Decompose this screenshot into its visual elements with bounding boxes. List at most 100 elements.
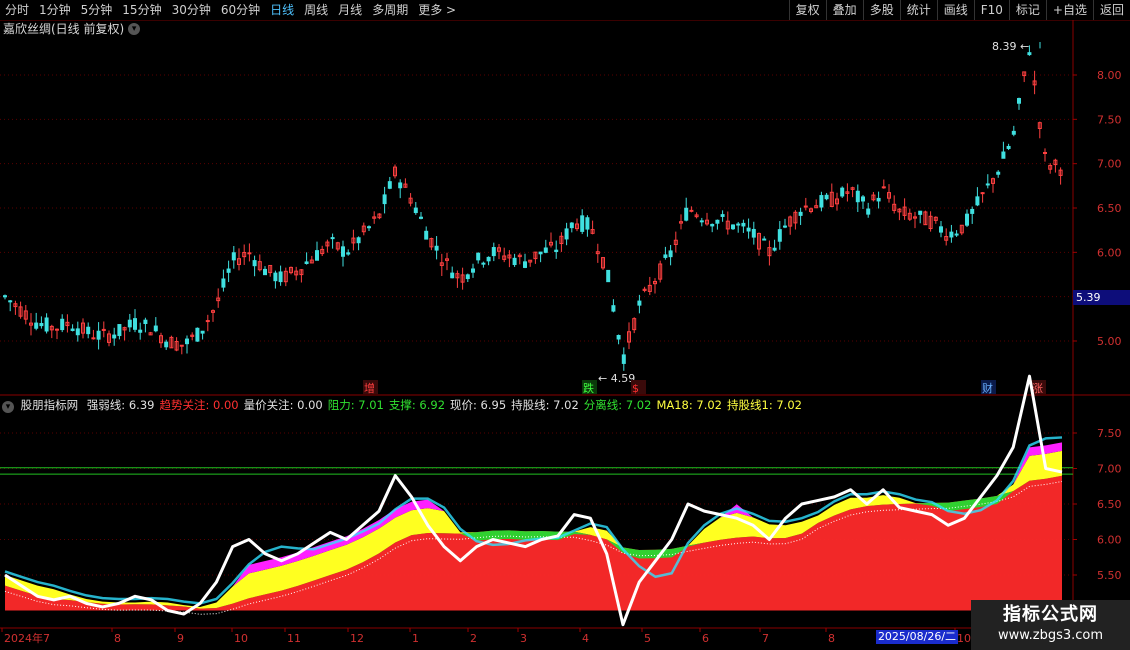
candle-body-17: [91, 337, 96, 340]
candle-body-189: [985, 183, 990, 186]
candle-body-42: [221, 278, 226, 288]
candle-body-63: [330, 237, 335, 240]
candle-body-149: [777, 229, 782, 242]
candle-body-60: [315, 250, 319, 261]
candle-body-31: [164, 341, 169, 348]
candle-body-68: [356, 237, 361, 244]
x-tick-label-4: 11: [287, 632, 301, 645]
y-tick-label-ind-0: 7.50: [1097, 427, 1122, 440]
x-tick-label-7: 2: [470, 632, 477, 645]
candle-body-8: [44, 317, 49, 332]
x-tick-label-5: 12: [350, 632, 364, 645]
candle-body-187: [975, 196, 980, 206]
candle-body-83: [434, 245, 439, 251]
candle-body-143: [746, 227, 751, 232]
candle-body-11: [60, 318, 65, 331]
y-tick-label-main-2: 7.00: [1097, 158, 1122, 171]
candle-body-26: [138, 329, 143, 333]
x-tick-label-13: 8: [828, 632, 835, 645]
candle-body-153: [798, 211, 803, 216]
y-tick-label-main-3: 6.50: [1097, 202, 1122, 215]
candle-body-76: [398, 182, 403, 189]
watermark-url: www.zbgs3.com: [997, 628, 1104, 643]
cursor-date-badge: 2025/08/26/二: [876, 630, 958, 644]
x-tick-label-3: 10: [234, 632, 248, 645]
candle-body-116: [606, 269, 611, 283]
y-tick-label-main-4: 6.00: [1097, 246, 1122, 259]
candle-body-43: [226, 268, 231, 273]
candle-body-186: [970, 208, 975, 214]
candle-body-118: [616, 334, 621, 340]
marker-2: $: [632, 382, 639, 395]
candle-body-94: [491, 247, 496, 257]
candle-body-157: [819, 195, 824, 208]
candle-body-144: [751, 228, 756, 238]
candle-body-168: [876, 197, 881, 202]
candle-body-13: [70, 328, 75, 331]
candle-body-200: [1043, 151, 1047, 154]
candle-body-117: [611, 305, 616, 312]
x-tick-label-0: 2024年7: [4, 631, 50, 645]
watermark-title: 指标公式网: [1003, 604, 1098, 625]
chart-canvas[interactable]: 8.00 7.50 7.00 6.50 6.00 5.50 5.00 7.50 7.00 6.50…: [0, 0, 1130, 650]
marker-1: 跌: [583, 381, 594, 395]
candle-body-90: [471, 268, 475, 273]
candle-body-98: [512, 257, 517, 266]
candle-body-86: [450, 272, 455, 279]
candle-body-127: [663, 254, 668, 258]
candle-body-141: [736, 223, 741, 226]
x-tick-label-9: 4: [582, 632, 589, 645]
candle-body-183: [954, 233, 959, 236]
candle-body-137: [715, 219, 720, 224]
candle-body-182: [949, 231, 954, 238]
candle-body-16: [86, 326, 91, 335]
candle-body-50: [263, 268, 267, 276]
y-tick-label-ind-3: 6.00: [1097, 534, 1122, 547]
candle-body-158: [824, 194, 829, 200]
x-tick-label-14: 10: [957, 632, 971, 645]
candle-body-25: [133, 318, 137, 330]
x-tick-label-8: 3: [520, 632, 527, 645]
candle-body-148: [772, 247, 777, 251]
candle-body-44: [231, 252, 236, 261]
candle-body-180: [939, 226, 943, 233]
candle-body-188: [980, 192, 985, 195]
candle-body-193: [1006, 145, 1011, 149]
candle-body-140: [731, 224, 735, 230]
candle-body-74: [387, 181, 392, 189]
candle-body-93: [486, 256, 491, 262]
high-price-label: 8.39 ←: [992, 40, 1029, 53]
candle-body-122: [637, 300, 642, 306]
marker-0: 增: [364, 381, 375, 395]
low-price-label: ← 4.59: [598, 372, 635, 385]
candle-body-164: [855, 190, 860, 203]
candle-body-192: [1001, 151, 1006, 159]
candle-body-24: [127, 319, 132, 328]
candle-body-169: [881, 186, 886, 189]
watermark: 指标公式网 www.zbgs3.com: [971, 600, 1130, 650]
marker-3: 财: [982, 381, 993, 395]
x-tick-label-2: 9: [177, 632, 184, 645]
candle-body-66: [346, 252, 351, 255]
candle-body-109: [569, 222, 574, 229]
y-tick-label-ind-2: 6.50: [1097, 498, 1122, 511]
y-tick-label-main-0: 8.00: [1097, 69, 1122, 82]
candle-body-0: [3, 295, 7, 298]
candle-body-7: [39, 323, 44, 327]
candle-body-92: [481, 262, 486, 265]
candle-body-10: [55, 328, 59, 331]
candle-body-194: [1011, 130, 1016, 135]
y-tick-label-main-6: 5.00: [1097, 335, 1122, 348]
candle-body-104: [543, 247, 548, 253]
candle-body-37: [195, 327, 200, 342]
candle-body-29: [153, 325, 158, 332]
candle-body-142: [741, 222, 746, 227]
candle-body-6: [34, 322, 39, 329]
candle-body-128: [668, 250, 673, 258]
candle-body-79: [413, 207, 418, 214]
candle-body-1: [8, 300, 13, 303]
candle-body-53: [278, 271, 283, 283]
candle-body-119: [621, 354, 626, 364]
candle-body-108: [564, 228, 569, 240]
candle-body-154: [803, 205, 808, 208]
